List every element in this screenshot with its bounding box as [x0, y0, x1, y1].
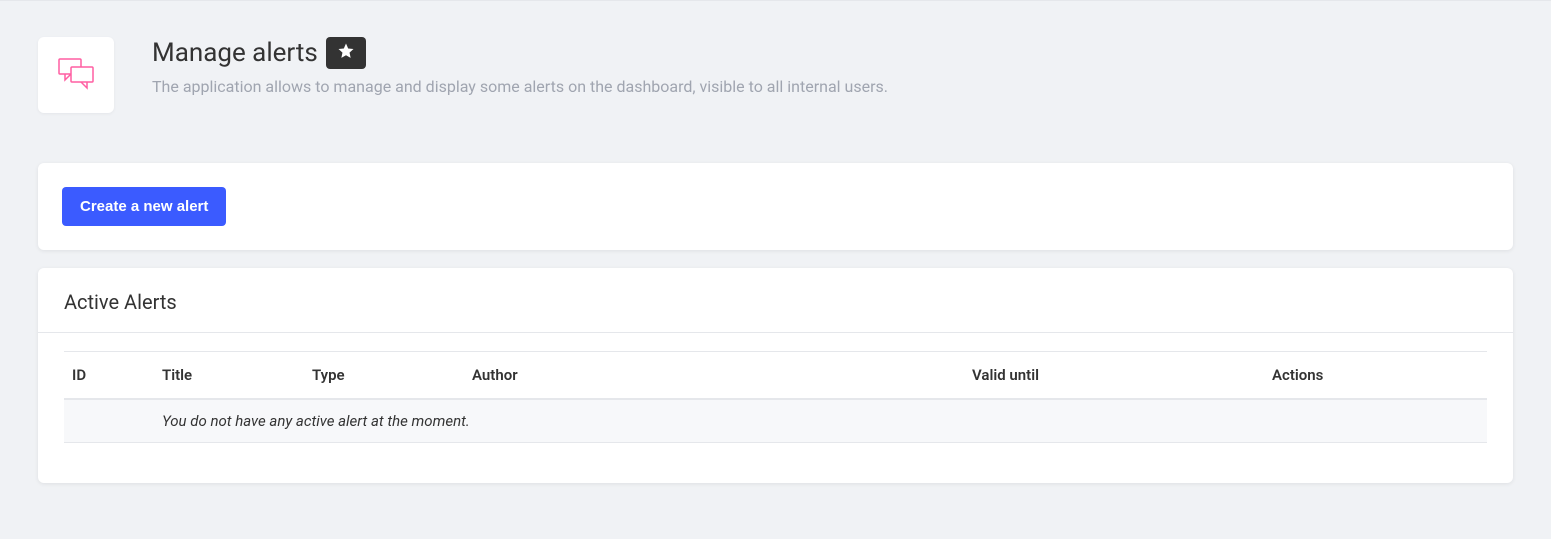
star-icon [337, 42, 355, 64]
page-title: Manage alerts [152, 38, 318, 68]
table-row-empty: You do not have any active alert at the … [64, 399, 1487, 443]
header-text-block: Manage alerts The application allows to … [152, 37, 1513, 96]
col-header-title: Title [154, 352, 304, 400]
page-header: Manage alerts The application allows to … [0, 0, 1551, 163]
col-header-type: Type [304, 352, 464, 400]
empty-message: You do not have any active alert at the … [154, 399, 1487, 443]
alerts-table: ID Title Type Author Valid until Actions… [64, 351, 1487, 443]
col-header-actions: Actions [1264, 352, 1487, 400]
create-alert-button[interactable]: Create a new alert [62, 187, 226, 226]
title-row: Manage alerts [152, 37, 1513, 69]
table-wrapper: ID Title Type Author Valid until Actions… [38, 333, 1513, 483]
app-icon-box [38, 37, 114, 113]
alerts-table-card: Active Alerts ID Title Type Author Valid… [38, 268, 1513, 483]
col-header-id: ID [64, 352, 154, 400]
page-description: The application allows to manage and dis… [152, 77, 1513, 96]
section-title: Active Alerts [64, 290, 1487, 314]
content-area: Create a new alert Active Alerts ID Titl… [0, 163, 1551, 539]
table-header-row: ID Title Type Author Valid until Actions [64, 352, 1487, 400]
action-card: Create a new alert [38, 163, 1513, 250]
col-header-author: Author [464, 352, 964, 400]
empty-cell-id [64, 399, 154, 443]
card-header: Active Alerts [38, 268, 1513, 333]
favorite-badge[interactable] [326, 37, 366, 69]
col-header-valid-until: Valid until [964, 352, 1264, 400]
chat-bubbles-icon [55, 53, 97, 97]
